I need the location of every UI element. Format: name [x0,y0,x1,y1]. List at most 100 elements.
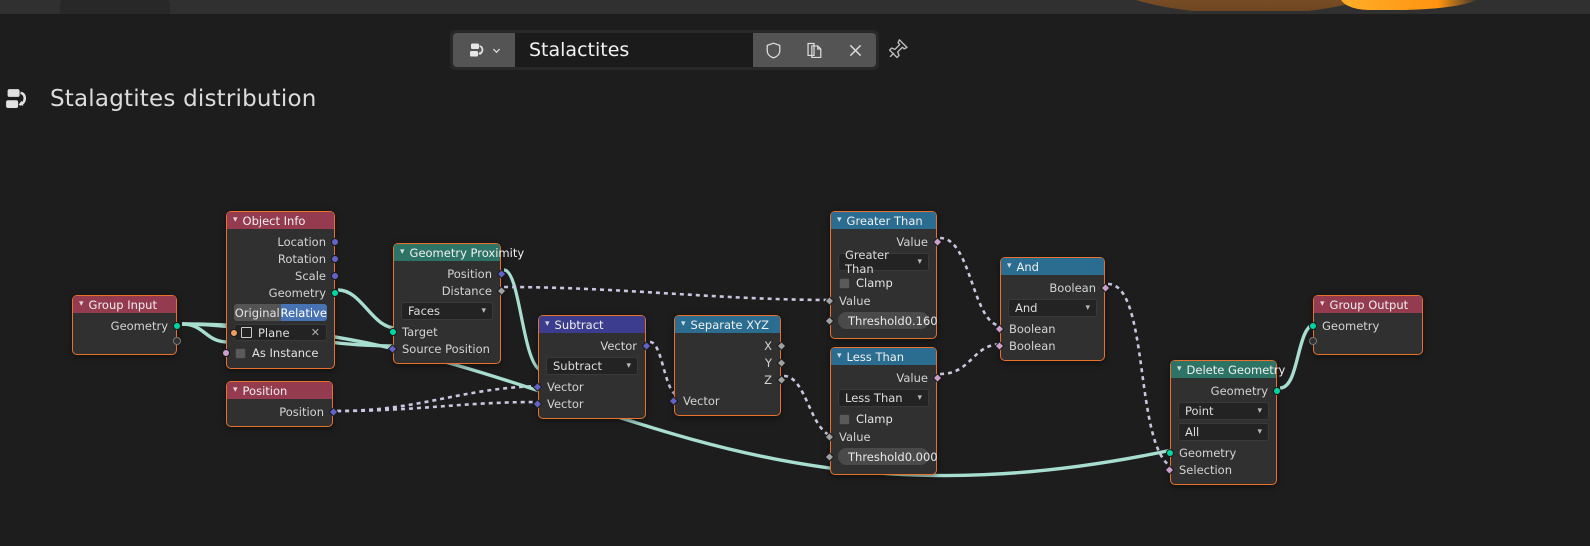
collapse-chevron-icon[interactable]: ▾ [545,320,550,329]
output-socket-row[interactable]: Location [227,233,339,250]
input-socket-row[interactable]: Geometry [1166,444,1276,461]
socket-value-out[interactable] [932,372,943,383]
node-header[interactable]: ▾ Less Than [831,348,936,365]
new-node-group-button[interactable] [794,33,835,67]
input-socket-row[interactable]: Value [824,428,936,445]
node-group-input[interactable]: ▾ Group Input Geometry [72,295,181,355]
socket-z-out[interactable] [776,374,787,385]
node-vector-math-subtract[interactable]: ▾ Subtract Vector Subtract ▾ Vector Vect… [532,315,652,419]
domain-dropdown[interactable]: Point ▾ [1178,402,1269,420]
threshold-value-field[interactable]: Threshold 0.160 [824,312,938,329]
output-socket-row[interactable]: Geometry [73,317,181,334]
node-position[interactable]: ▾ Position Position [226,381,339,427]
toggle-original[interactable]: Original [234,304,281,321]
collapse-chevron-icon[interactable]: ▾ [400,248,405,257]
collapse-chevron-icon[interactable]: ▾ [233,216,238,225]
node-header[interactable]: ▾ Group Input [73,296,176,313]
output-socket-row[interactable]: Vector [539,337,652,354]
node-geometry-proximity[interactable]: ▾ Geometry Proximity Position Distance F… [387,243,524,364]
socket-boolean-b-in[interactable] [994,340,1005,351]
collapse-chevron-icon[interactable]: ▾ [1320,300,1325,309]
socket-geometry-out[interactable] [173,321,181,330]
operation-dropdown[interactable]: And ▾ [1008,299,1097,317]
socket-geometry-out[interactable] [331,288,339,297]
output-socket-row[interactable]: Rotation [227,250,339,267]
clamp-checkbox[interactable] [839,413,850,425]
node-compare-greater-than[interactable]: ▾ Greater Than Value Greater Than ▾ Clam… [824,211,943,339]
node-header[interactable]: ▾ Position [227,382,332,399]
socket-position-out[interactable] [328,406,339,417]
output-socket-row[interactable]: Boolean [1001,279,1111,296]
output-socket-row[interactable]: Y [675,354,787,371]
toggle-relative[interactable]: Relative [280,304,327,321]
collapse-chevron-icon[interactable]: ▾ [1177,365,1182,374]
input-socket-row[interactable]: Target [389,323,500,340]
socket-virtual-out[interactable] [173,337,181,345]
operation-dropdown[interactable]: Less Than ▾ [838,389,929,407]
node-header[interactable]: ▾ Delete Geometry [1171,361,1285,378]
socket-scale-out[interactable] [331,271,339,280]
output-socket-row[interactable]: Geometry [1171,382,1281,399]
collapse-chevron-icon[interactable]: ▾ [837,216,842,225]
socket-boolean-a-in[interactable] [994,323,1005,334]
socket-position-out[interactable] [496,268,507,279]
operation-dropdown[interactable]: Greater Than ▾ [838,248,929,276]
node-group-output[interactable]: ▾ Group Output Geometry [1309,295,1423,355]
target-element-dropdown[interactable]: Faces ▾ [401,302,493,320]
clear-object-icon[interactable]: ✕ [311,326,320,339]
socket-rotation-out[interactable] [331,254,339,263]
socket-value-in[interactable] [824,295,835,306]
input-socket-row[interactable]: Vector [532,378,645,395]
socket-threshold-in[interactable] [824,451,835,462]
input-socket-row[interactable]: Vector [532,395,645,412]
socket-x-out[interactable] [776,340,787,351]
node-canvas[interactable]: ▾ Group Input Geometry ▾ Object Info Loc… [0,130,1590,546]
output-socket-row[interactable]: Scale [227,267,339,284]
socket-y-out[interactable] [776,357,787,368]
collapse-chevron-icon[interactable]: ▾ [681,320,686,329]
node-header[interactable]: ▾ Greater Than [831,212,936,229]
virtual-socket-row[interactable] [1309,334,1422,348]
browse-node-group-button[interactable] [453,33,515,67]
collapse-chevron-icon[interactable]: ▾ [79,300,84,309]
socket-selection-in[interactable] [1164,464,1175,475]
socket-vector-in[interactable] [668,395,679,406]
output-socket-row[interactable]: X [675,337,787,354]
socket-boolean-out[interactable] [1100,282,1111,293]
input-socket-row[interactable]: Source Position [387,340,500,357]
object-selector-field[interactable]: Plane ✕ [230,324,327,341]
as-instance-checkbox-row[interactable]: As Instance [222,344,334,362]
virtual-socket-row[interactable] [73,334,181,348]
node-group-name-input[interactable]: Stalactites [515,33,753,67]
output-socket-row[interactable]: Position [227,403,339,420]
collapse-chevron-icon[interactable]: ▾ [233,386,238,395]
operation-dropdown[interactable]: Subtract ▾ [546,357,638,375]
mode-dropdown[interactable]: All ▾ [1178,423,1269,441]
output-socket-row[interactable]: Geometry [227,284,339,301]
transform-space-toggle[interactable]: Original Relative [234,304,327,321]
output-socket-row[interactable]: Value [831,369,943,386]
output-socket-row[interactable]: Z [675,371,787,388]
clamp-checkbox[interactable] [839,277,850,289]
node-header[interactable]: ▾ Geometry Proximity [394,244,524,261]
socket-geometry-in[interactable] [1166,448,1174,457]
socket-vector-a-in[interactable] [532,381,543,392]
socket-distance-out[interactable] [496,285,507,296]
socket-vector-out[interactable] [641,340,652,351]
node-compare-less-than[interactable]: ▾ Less Than Value Less Than ▾ Clamp Valu… [824,347,943,475]
socket-object-in[interactable] [230,328,238,337]
collapse-chevron-icon[interactable]: ▾ [837,352,842,361]
socket-geometry-in[interactable] [1309,321,1317,330]
node-delete-geometry[interactable]: ▾ Delete Geometry Geometry Point ▾ All ▾… [1164,360,1285,485]
unlink-datablock-button[interactable] [835,33,876,67]
output-socket-row[interactable]: Position [394,265,507,282]
node-object-info[interactable]: ▾ Object Info Location Rotation Scale Ge… [222,211,339,369]
node-header[interactable]: ▾ Group Output [1314,296,1422,313]
node-header[interactable]: ▾ Separate XYZ [675,316,780,333]
node-header[interactable]: ▾ Subtract [539,316,645,333]
collapse-chevron-icon[interactable]: ▾ [1007,262,1012,271]
socket-source-position-in[interactable] [387,343,398,354]
clamp-checkbox-row[interactable]: Clamp [831,274,936,292]
socket-geometry-out[interactable] [1273,386,1281,395]
as-instance-checkbox[interactable] [235,347,246,359]
